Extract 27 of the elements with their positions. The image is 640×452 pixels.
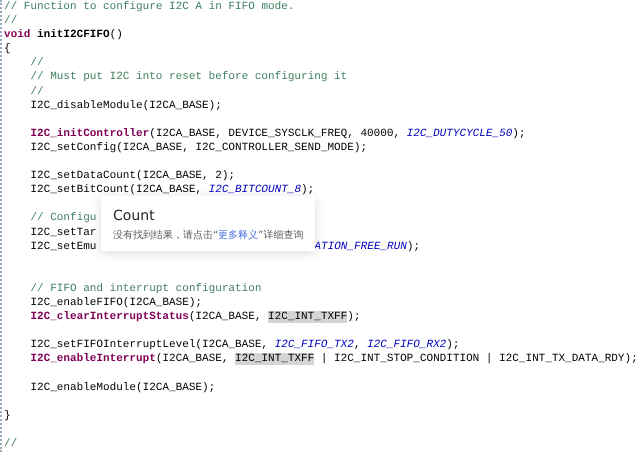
code-text: // Must put I2C into reset before configuring it <box>30 70 348 85</box>
code-text: I2C_setBitCount(I2CA_BASE, I2C_BITCOUNT_8); <box>30 183 314 198</box>
code-text: // FIFO and interrupt configuration <box>30 282 262 296</box>
code-text: } <box>4 408 11 423</box>
code-text: I2C_enableFIFO(I2CA_BASE); <box>30 296 202 310</box>
more-definitions-link[interactable]: 更多释义 <box>218 230 258 241</box>
code-text: I2C_setTar <box>30 226 96 240</box>
code-text: I2C_setFIFOInterruptLevel(I2CA_BASE, I2C_FIFO_TX2, I2C_FIFO_RX2); <box>30 338 460 352</box>
code-text: // Function to configure I2C A in FIFO mode. <box>4 0 294 14</box>
code-text: // <box>30 56 44 70</box>
code-text: I2C_setDataCount(I2CA_BASE, 2); <box>30 169 236 184</box>
code-text: I2C_disableModule(I2CA_BASE); <box>30 98 222 113</box>
popup-message: 没有找到结果，请点击“更多释义”详细查询 <box>113 228 303 242</box>
code-text: // Configu <box>30 211 96 226</box>
code-text: ATION_FREE_RUN); <box>314 240 420 254</box>
code-text: I2C_setConfig(I2CA_BASE, I2C_CONTROLLER_SEND_MODE); <box>30 140 368 156</box>
code-text: // <box>30 84 44 99</box>
code-text: // <box>4 14 18 28</box>
code-text: I2C_clearInterruptStatus(I2CA_BASE, I2C_INT_TXFF); <box>30 310 360 324</box>
code-text: I2C_enableModule(I2CA_BASE); <box>30 380 216 395</box>
code-text: // <box>4 436 18 451</box>
code-text: I2C_initController(I2CA_BASE, DEVICE_SYSCLK_FREQ, 40000, I2C_DUTYCYCLE_50); <box>30 126 526 141</box>
code-text: I2C_setEmu <box>30 240 96 254</box>
code-text: void initI2CFIFO() <box>4 28 123 42</box>
code-text: I2C_enableInterrupt(I2CA_BASE, I2C_INT_TXFF | I2C_INT_STOP_CONDITION | I2C_INT_TX_DATA_RDY); <box>30 352 638 366</box>
popup-title: Count <box>113 207 156 225</box>
code-text: { <box>4 42 11 56</box>
